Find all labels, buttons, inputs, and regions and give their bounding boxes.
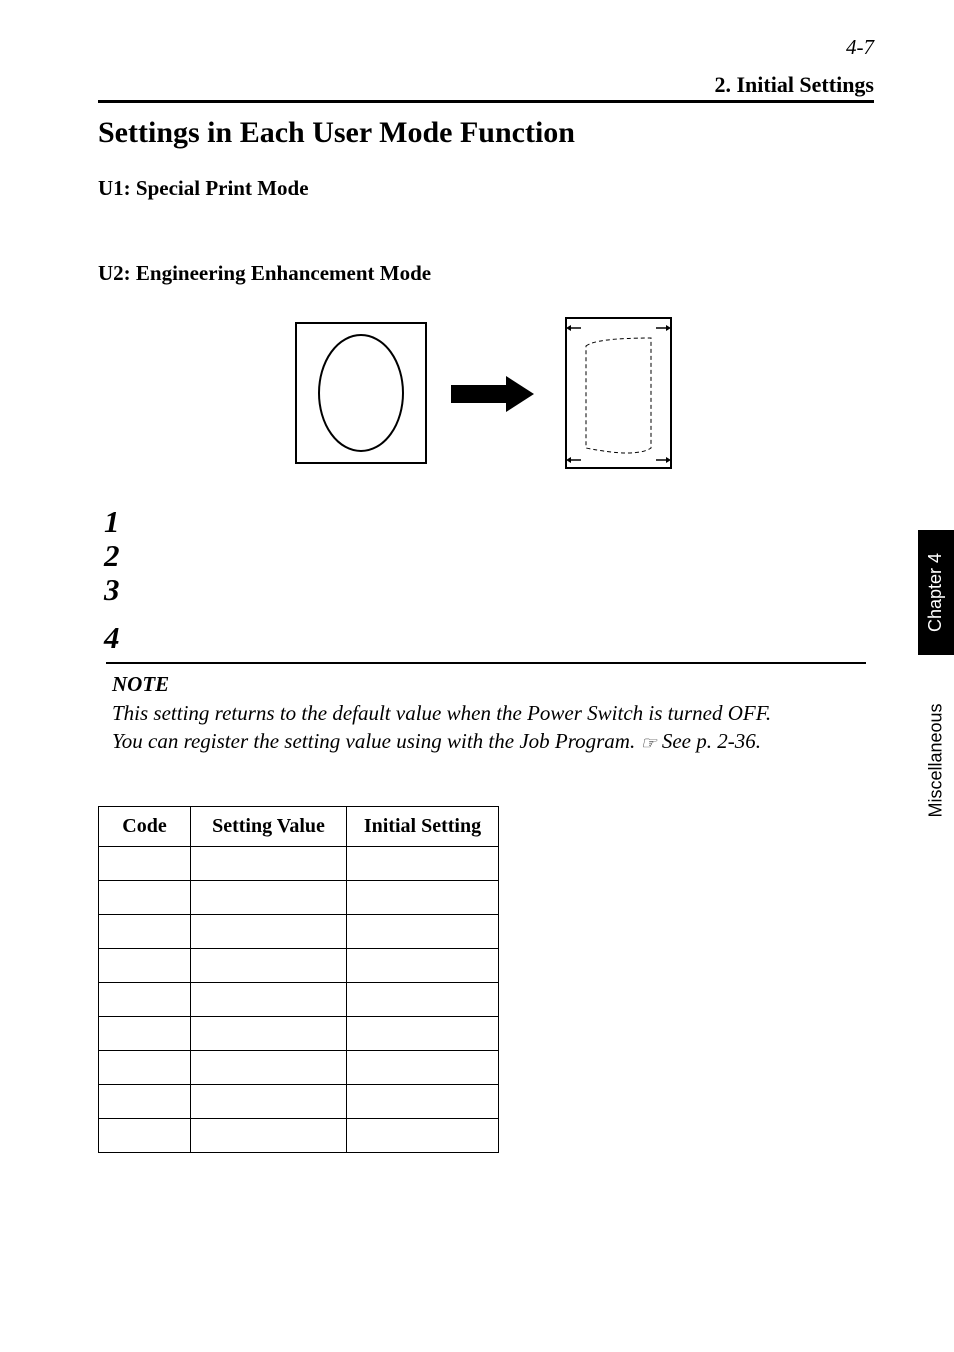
step-item: 1 [104, 506, 874, 540]
note-title: NOTE [112, 672, 874, 697]
side-tab-chapter: Chapter 4 [918, 530, 954, 655]
diagram-bottom-arrows [566, 457, 671, 463]
table-row [99, 1084, 499, 1118]
note-line-2-pre: You can register the setting value using… [112, 729, 640, 753]
diagram-svg [276, 308, 696, 478]
th-code: Code [99, 806, 191, 846]
section-rule [98, 100, 874, 103]
diagram [98, 308, 874, 478]
step-item: 3 [104, 574, 874, 608]
subhead-u2: U2: Engineering Enhancement Mode [98, 261, 874, 286]
step-item: 4 [104, 622, 874, 656]
side-tab: Chapter 4 Miscellaneous [918, 530, 954, 870]
pointer-icon: ☞ [640, 733, 656, 753]
note-block: NOTE This setting returns to the default… [112, 672, 874, 756]
side-tab-section-text: Miscellaneous [926, 703, 947, 817]
step-spacer [104, 608, 874, 622]
step-list: 1 2 3 4 [104, 506, 874, 656]
table-row [99, 880, 499, 914]
page-title: Settings in Each User Mode Function [98, 116, 874, 150]
subhead-u1: U1: Special Print Mode [98, 176, 874, 201]
u1-body-placeholder [98, 215, 874, 261]
diagram-right-frame [566, 318, 671, 468]
table-header-row: Code Setting Value Initial Setting [99, 806, 499, 846]
note-line-1: This setting returns to the default valu… [112, 699, 874, 727]
diagram-left-frame [296, 323, 426, 463]
table-row [99, 914, 499, 948]
step-item: 2 [104, 540, 874, 574]
side-tab-section: Miscellaneous [918, 660, 954, 860]
rule-after-steps [106, 662, 866, 664]
table-row [99, 1118, 499, 1152]
page-number: 4-7 [846, 35, 874, 60]
section-label: 2. Initial Settings [714, 72, 874, 98]
table-row [99, 948, 499, 982]
settings-table: Code Setting Value Initial Setting [98, 806, 499, 1153]
table-row [99, 982, 499, 1016]
note-line-2: You can register the setting value using… [112, 727, 874, 755]
table-body [99, 846, 499, 1152]
table-row [99, 846, 499, 880]
diagram-top-arrows [566, 325, 671, 331]
note-line-2-ref: See p. 2-36. [662, 729, 761, 753]
th-initial-setting: Initial Setting [347, 806, 499, 846]
th-setting-value: Setting Value [191, 806, 347, 846]
arrow-right-icon [451, 376, 534, 412]
rectangle-dashed-adjust-icon [586, 338, 651, 453]
page-content: Settings in Each User Mode Function U1: … [98, 116, 874, 1153]
table-row [99, 1050, 499, 1084]
table-row [99, 1016, 499, 1050]
circle-shape-icon [319, 335, 403, 451]
settings-table-wrap: Code Setting Value Initial Setting [98, 806, 874, 1153]
side-tab-chapter-text: Chapter 4 [926, 553, 947, 632]
